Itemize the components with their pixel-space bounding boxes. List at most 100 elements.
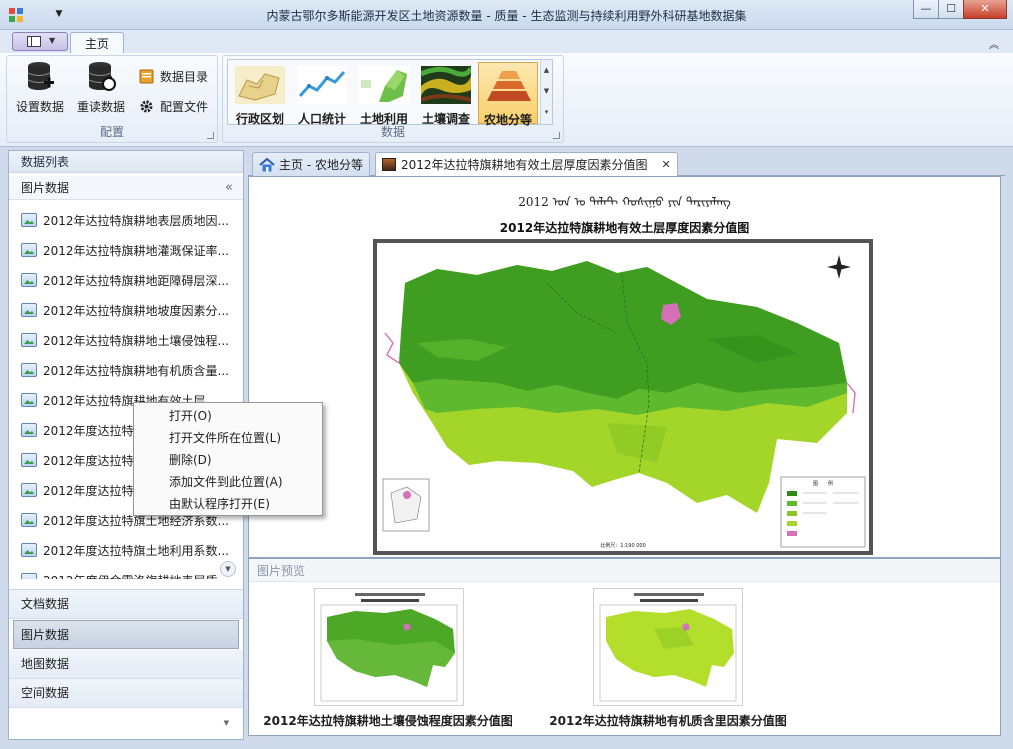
- window-title: 内蒙古鄂尔多斯能源开发区土地资源数量 - 质量 - 生态监测与持续利用野外科研基…: [266, 9, 747, 23]
- title-bar: ▼ 内蒙古鄂尔多斯能源开发区土地资源数量 - 质量 - 生态监测与持续利用野外科…: [0, 0, 1013, 30]
- ribbon-tab-row: ▼ 主页 ︽: [0, 30, 1013, 55]
- thumbnail-caption: 2012年达拉特旗耕地土壤侵蚀程度因素分值图: [263, 714, 513, 728]
- data-gallery: 行政区划 人口统计 土地利用 土壤调查 农地分等 ▲ ▼ ▾: [227, 59, 553, 127]
- list-item[interactable]: 2012年达拉特旗耕地有机质含量...: [9, 355, 243, 385]
- admin-region-icon: [235, 66, 285, 104]
- land-use-icon: [359, 66, 409, 104]
- thumbnail-caption: 2012年达拉特旗耕地有机质含里因素分值图: [549, 714, 787, 728]
- gallery-item-soil-survey[interactable]: 土壤调查: [416, 62, 476, 126]
- list-item-label: 2012年达拉特旗耕地坡度因素分...: [43, 303, 229, 318]
- home-icon: [259, 157, 275, 171]
- gallery-item-land-use[interactable]: 土地利用: [354, 62, 414, 126]
- maximize-icon: ☐: [946, 2, 956, 15]
- list-scroll-down-icon[interactable]: ▼: [220, 561, 236, 577]
- list-item-label: 2012年达拉特旗耕地距障碍层深...: [43, 273, 229, 288]
- set-data-label: 设置数据: [15, 100, 64, 114]
- gallery-item-population[interactable]: 人口统计: [292, 62, 352, 126]
- image-file-icon: [21, 573, 37, 579]
- app-menu-icon: [27, 36, 41, 47]
- map-title: 2012年达拉特旗耕地有效土层厚度因素分值图: [499, 221, 750, 235]
- list-item[interactable]: 2012年度伊金霍洛旗耕地表层质: [9, 565, 243, 579]
- thumbnail-image: [314, 588, 464, 706]
- chevron-down-icon: ▼: [49, 36, 56, 45]
- reload-data-label: 重读数据: [76, 100, 125, 114]
- config-group-label: 配置: [99, 125, 124, 139]
- gallery-item-admin-region[interactable]: 行政区划: [230, 62, 290, 126]
- reload-data-button[interactable]: 重读数据: [72, 58, 130, 118]
- tab-map-document[interactable]: 2012年达拉特旗耕地有效土层厚度因素分值图 ✕: [375, 152, 678, 176]
- image-data-group-header[interactable]: 图片数据 «: [9, 176, 243, 200]
- context-menu-item[interactable]: 打开(O): [134, 405, 322, 427]
- image-file-icon: [21, 243, 37, 257]
- nav-item[interactable]: 地图数据: [9, 650, 243, 679]
- nav-item[interactable]: 空间数据: [9, 679, 243, 708]
- close-button[interactable]: ✕: [963, 0, 1007, 19]
- soil-survey-icon: [421, 66, 471, 104]
- application-menu-button[interactable]: ▼: [12, 32, 68, 51]
- data-group: 行政区划 人口统计 土地利用 土壤调查 农地分等 ▲ ▼ ▾ 数据: [222, 55, 564, 143]
- dialog-launcher-icon[interactable]: [553, 132, 560, 139]
- map-legend-title: 图 例: [813, 480, 833, 487]
- map-scale: 比例尺：1:190 000: [600, 542, 646, 549]
- tab-label: 2012年达拉特旗耕地有效土层厚度因素分值图: [401, 158, 648, 172]
- gallery-more-icon[interactable]: ▾: [541, 102, 552, 123]
- gallery-scroll-up-icon[interactable]: ▲: [541, 60, 552, 81]
- image-file-icon: [21, 363, 37, 377]
- list-item-label: 2012年达拉特旗耕地灌溉保证率...: [43, 243, 229, 258]
- close-tab-icon[interactable]: ✕: [662, 158, 671, 171]
- maximize-button[interactable]: ☐: [938, 0, 964, 19]
- list-item-label: 2012年度达拉特旗土地利用系数...: [43, 543, 229, 558]
- collapse-icon[interactable]: «: [225, 176, 233, 200]
- tab-home-farmland[interactable]: 主页 - 农地分等: [252, 152, 370, 176]
- context-menu-item[interactable]: 删除(D): [134, 449, 322, 471]
- data-catalog-label: 数据目录: [160, 69, 209, 84]
- context-menu: 打开(O) 打开文件所在位置(L) 删除(D) 添加文件到此位置(A) 由默认程序打开(…: [133, 402, 323, 516]
- gallery-item-farmland-grading[interactable]: 农地分等: [478, 62, 538, 127]
- list-item-label: 2012年达拉特旗耕地表层质地因...: [43, 213, 229, 228]
- group-title: 图片数据: [21, 181, 70, 195]
- image-file-icon: [21, 543, 37, 557]
- config-file-button[interactable]: 配置文件: [139, 96, 208, 116]
- image-file-icon: [21, 423, 37, 437]
- list-item[interactable]: 2012年达拉特旗耕地距障碍层深...: [9, 265, 243, 295]
- thumbnail-image: [593, 588, 743, 706]
- gear-icon: [140, 100, 153, 112]
- preview-thumbnail[interactable]: 2012年达拉特旗耕地有机质含里因素分值图: [533, 584, 803, 728]
- panel-options-icon[interactable]: ▼: [224, 719, 229, 727]
- nav-item[interactable]: 图片数据: [13, 620, 239, 649]
- gallery-scrollbar[interactable]: ▲ ▼ ▾: [540, 60, 552, 124]
- tab-home[interactable]: 主页: [70, 32, 124, 55]
- list-item-label: 2012年达拉特旗耕地土壤侵蚀程...: [43, 333, 229, 348]
- list-item[interactable]: 2012年达拉特旗耕地土壤侵蚀程...: [9, 325, 243, 355]
- image-viewer[interactable]: 2012 ᠣᠨ ᠤ ᠳᠠᠯᠠᠲ ᠬᠣᠰᠢᠭᠤ ᠶᠢᠨ ᠲᠠᠷᠢᠶᠠᠯᠠᠩ 201…: [248, 176, 1001, 558]
- catalog-book-icon: [139, 69, 154, 83]
- image-file-icon: [21, 513, 37, 527]
- ribbon-panel: 设置数据 重读数据 数据目录 配置文件 配置 行政区划 人口统计 土地利用 土壤…: [0, 53, 1013, 147]
- image-preview-panel: 图片预览 2012年达拉特旗耕地土壤侵蚀程度因素分值图 2012年达拉特旗耕地有…: [248, 558, 1001, 736]
- list-item[interactable]: 2012年达拉特旗耕地灌溉保证率...: [9, 235, 243, 265]
- document-area: 主页 - 农地分等 2012年达拉特旗耕地有效土层厚度因素分值图 ✕ 2012 …: [248, 150, 1005, 740]
- image-file-icon: [21, 303, 37, 317]
- context-menu-item[interactable]: 打开文件所在位置(L): [134, 427, 322, 449]
- data-catalog-button[interactable]: 数据目录: [139, 66, 208, 86]
- context-menu-item[interactable]: 添加文件到此位置(A): [134, 471, 322, 493]
- list-item[interactable]: 2012年度达拉特旗土地利用系数...: [9, 535, 243, 565]
- list-item[interactable]: 2012年达拉特旗耕地坡度因素分...: [9, 295, 243, 325]
- list-item[interactable]: 2012年达拉特旗耕地表层质地因...: [9, 205, 243, 235]
- dialog-launcher-icon[interactable]: [207, 132, 214, 139]
- preview-thumbnail[interactable]: 2012年达拉特旗耕地土壤侵蚀程度因素分值图: [253, 584, 523, 728]
- gallery-scroll-down-icon[interactable]: ▼: [541, 81, 552, 102]
- population-chart-icon: [297, 66, 347, 104]
- image-file-icon: [21, 483, 37, 497]
- map-mongolian-title: 2012 ᠣᠨ ᠤ ᠳᠠᠯᠠᠲ ᠬᠣᠰᠢᠭᠤ ᠶᠢᠨ ᠲᠠᠷᠢᠶᠠᠯᠠᠩ: [518, 195, 731, 209]
- farmland-map: 图 例 比例尺：1:190 000: [377, 243, 869, 551]
- map-image-icon: [382, 158, 396, 171]
- image-file-icon: [21, 273, 37, 287]
- minimize-icon: —: [920, 2, 932, 15]
- list-item-label: 2012年达拉特旗耕地有机质含量...: [43, 363, 229, 378]
- context-menu-item[interactable]: 由默认程序打开(E): [134, 493, 322, 515]
- ribbon-minimize-button[interactable]: ︽: [989, 36, 999, 51]
- set-data-button[interactable]: 设置数据: [11, 58, 69, 118]
- minimize-button[interactable]: —: [913, 0, 939, 19]
- nav-item[interactable]: 文档数据: [9, 590, 243, 619]
